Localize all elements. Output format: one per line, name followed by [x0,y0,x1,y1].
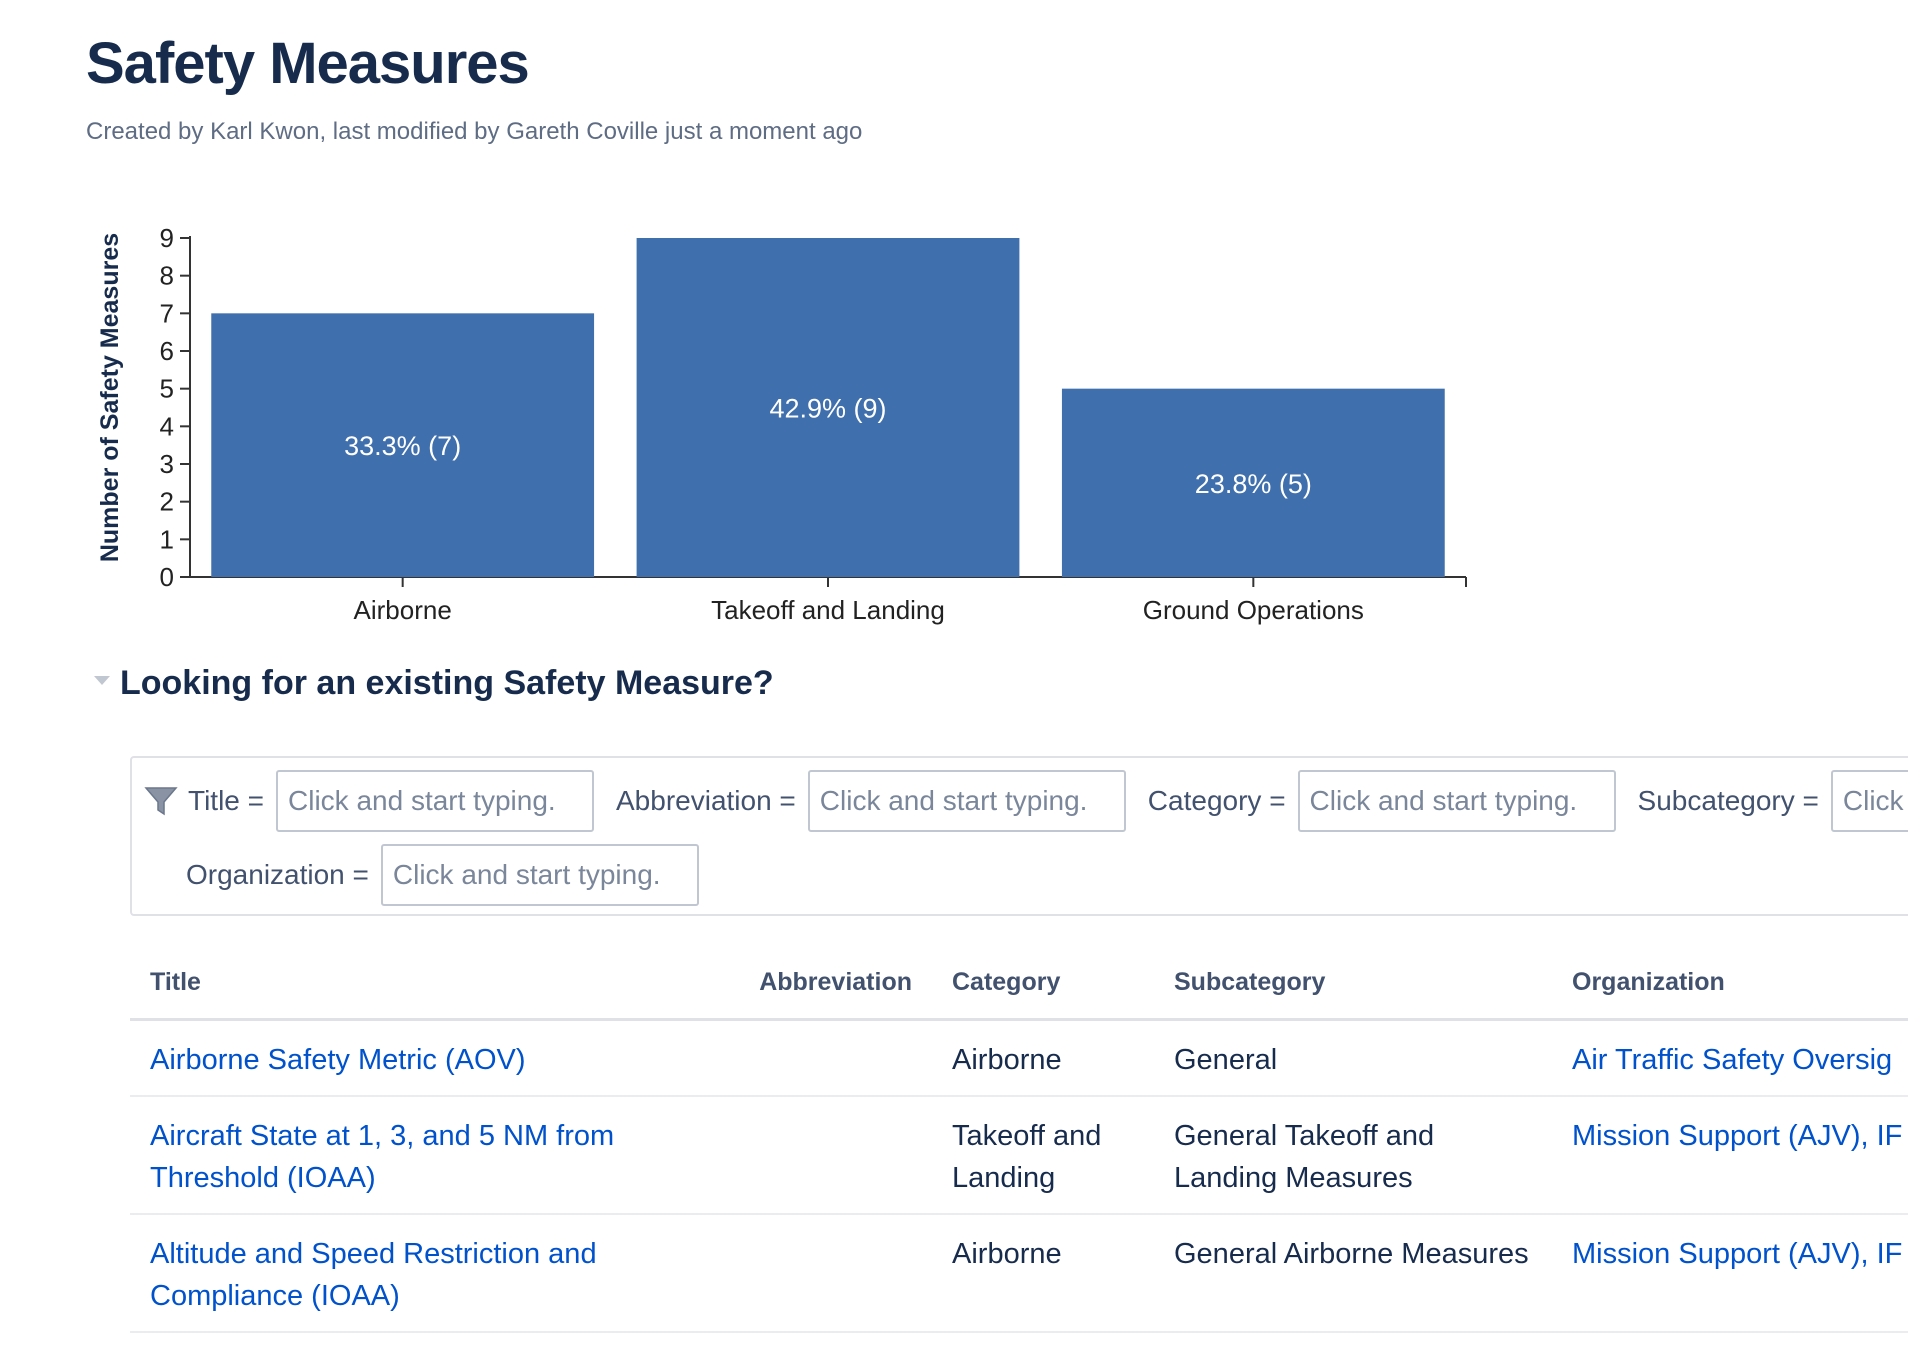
cell-abbreviation [720,1214,932,1333]
page: Safety Measures Created by Karl Kwon, la… [0,0,1908,1354]
y-tick-label: 1 [160,524,174,554]
y-tick-label: 5 [160,374,174,404]
column-header-abbreviation[interactable]: Abbreviation [720,946,932,1021]
cell-category: Airborne [932,1019,1154,1097]
y-tick-label: 8 [160,261,174,291]
y-tick-label: 9 [160,223,174,253]
row-title-link[interactable]: Aircraft State at 1, 3, and 5 NM from Th… [150,1120,614,1194]
table-row: Airborne Safety Metric (AOV) Airborne Ge… [130,1019,1908,1097]
bar-data-label: 42.9% (9) [769,394,886,424]
safety-measures-table: Title Abbreviation Category Subcategory … [130,946,1908,1333]
bar-chart: Number of Safety Measures 0 1 2 3 4 5 6 7 8 9 33.3%… [96,223,1467,625]
row-title-link[interactable]: Airborne Safety Metric (AOV) [150,1044,526,1076]
filter-row-2: Organization = [186,844,721,906]
row-title-link[interactable]: Altitude and Speed Restriction and Compl… [150,1238,597,1312]
filter-icon [144,787,178,816]
column-header-category[interactable]: Category [932,946,1154,1021]
filter-abbreviation-input[interactable] [807,770,1126,832]
row-organization-link[interactable]: Mission Support (AJV), IF [1572,1238,1902,1270]
row-organization-link[interactable]: Air Traffic Safety Oversig [1572,1044,1892,1076]
x-tick-label: Ground Operations [1143,595,1364,625]
y-tick-label: 2 [160,487,174,517]
cell-category: Airborne [932,1214,1154,1333]
row-organization-link[interactable]: Mission Support (AJV), IF [1572,1120,1902,1152]
filter-row-1: Title = Abbreviation = Category = Subcat… [144,770,1908,832]
filter-label-subcategory: Subcategory = [1637,785,1819,816]
cell-subcategory: General Airborne Measures [1154,1214,1552,1333]
cell-subcategory: General Takeoff and Landing Measures [1154,1096,1552,1215]
cell-abbreviation [720,1019,932,1097]
x-tick-label: Takeoff and Landing [711,595,945,625]
x-tick-label: Airborne [354,595,452,625]
column-header-title[interactable]: Title [130,946,720,1021]
y-tick-label: 6 [160,336,174,366]
filter-subcategory-input[interactable] [1830,770,1908,832]
bar-data-label: 33.3% (7) [344,431,461,461]
cell-organization: Mission Support (AJV), IF [1552,1096,1908,1215]
filter-label-category: Category = [1147,785,1286,816]
page-title: Safety Measures [86,31,530,96]
cell-category: Takeoff and Landing [932,1096,1154,1215]
filter-category-input[interactable] [1297,770,1616,832]
y-tick-label: 3 [160,449,174,479]
filter-organization-input[interactable] [380,844,699,906]
cell-title: Airborne Safety Metric (AOV) [130,1019,720,1097]
y-tick-label: 7 [160,298,174,328]
cell-abbreviation [720,1096,932,1215]
bar-data-label: 23.8% (5) [1195,469,1312,499]
section-heading-text: Looking for an existing Safety Measure? [120,664,774,702]
cell-organization: Mission Support (AJV), IF [1552,1214,1908,1333]
y-axis-label: Number of Safety Measures [96,233,124,562]
filter-label-organization: Organization = [186,859,369,890]
filter-label-title: Title = [188,785,264,816]
cell-organization: Air Traffic Safety Oversig [1552,1019,1908,1097]
collapse-caret-icon[interactable] [94,676,110,685]
cell-title: Altitude and Speed Restriction and Compl… [130,1214,720,1333]
cell-subcategory: General [1154,1019,1552,1097]
cell-title: Aircraft State at 1, 3, and 5 NM from Th… [130,1096,720,1215]
table-row: Altitude and Speed Restriction and Compl… [130,1214,1908,1333]
column-header-organization[interactable]: Organization [1552,946,1908,1021]
filter-title-input[interactable] [276,770,594,832]
y-tick-label: 4 [160,411,174,441]
table-filter-panel: Title = Abbreviation = Category = Subcat… [130,756,1908,916]
expand-section-heading[interactable]: Looking for an existing Safety Measure? [94,664,774,703]
column-header-subcategory[interactable]: Subcategory [1154,946,1552,1021]
table-row: Aircraft State at 1, 3, and 5 NM from Th… [130,1096,1908,1215]
page-byline: Created by Karl Kwon, last modified by G… [86,118,863,145]
table-header-row: Title Abbreviation Category Subcategory … [130,946,1908,1021]
y-tick-label: 0 [160,562,174,592]
filter-label-abbreviation: Abbreviation = [616,785,796,816]
